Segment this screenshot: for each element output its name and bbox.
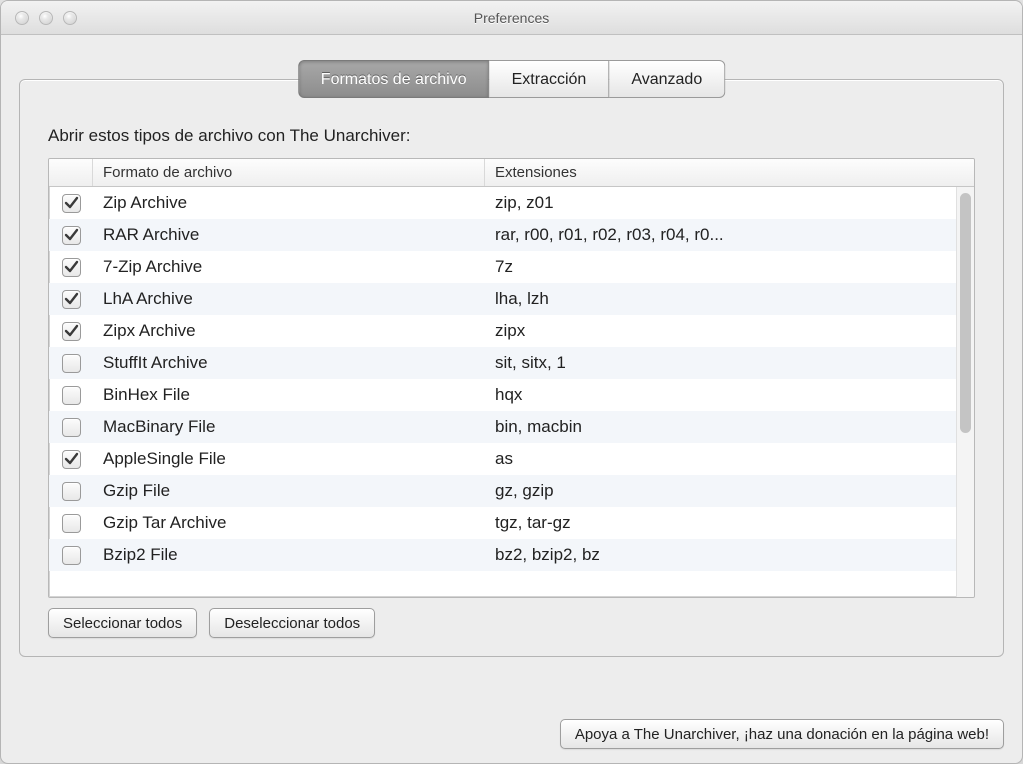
row-extensions: rar, r00, r01, r02, r03, r04, r0... <box>485 225 956 245</box>
row-extensions: bin, macbin <box>485 417 956 437</box>
table-row[interactable]: Gzip Tar Archivetgz, tar-gz <box>49 507 956 539</box>
table-row[interactable]: Gzip Filegz, gzip <box>49 475 956 507</box>
row-name: AppleSingle File <box>93 449 485 469</box>
row-checkbox-cell <box>49 194 93 213</box>
checkbox[interactable] <box>62 418 81 437</box>
row-extensions: gz, gzip <box>485 481 956 501</box>
row-extensions: sit, sitx, 1 <box>485 353 956 373</box>
row-name: LhA Archive <box>93 289 485 309</box>
checkbox[interactable] <box>62 194 81 213</box>
scrollbar[interactable] <box>956 187 974 597</box>
intro-label: Abrir estos tipos de archivo con The Una… <box>48 126 975 146</box>
row-extensions: hqx <box>485 385 956 405</box>
table-row[interactable]: LhA Archivelha, lzh <box>49 283 956 315</box>
column-header-name[interactable]: Formato de archivo <box>93 159 485 186</box>
row-extensions: lha, lzh <box>485 289 956 309</box>
preferences-window: Preferences Formatos de archivoExtracció… <box>0 0 1023 764</box>
tab-0[interactable]: Formatos de archivo <box>298 60 490 98</box>
list-actions: Seleccionar todos Deseleccionar todos <box>48 608 975 638</box>
row-name: Zip Archive <box>93 193 485 213</box>
tab-2[interactable]: Avanzado <box>609 60 725 98</box>
table-row[interactable]: MacBinary Filebin, macbin <box>49 411 956 443</box>
titlebar: Preferences <box>1 1 1022 35</box>
scrollbar-thumb[interactable] <box>960 193 971 433</box>
deselect-all-button[interactable]: Deseleccionar todos <box>209 608 375 638</box>
column-header-ext[interactable]: Extensiones <box>485 159 974 186</box>
row-checkbox-cell <box>49 482 93 501</box>
row-checkbox-cell <box>49 290 93 309</box>
row-checkbox-cell <box>49 354 93 373</box>
checkbox[interactable] <box>62 514 81 533</box>
row-extensions: zipx <box>485 321 956 341</box>
checkbox[interactable] <box>62 482 81 501</box>
row-extensions: tgz, tar-gz <box>485 513 956 533</box>
row-checkbox-cell <box>49 386 93 405</box>
row-extensions: bz2, bzip2, bz <box>485 545 956 565</box>
table-row[interactable]: RAR Archiverar, r00, r01, r02, r03, r04,… <box>49 219 956 251</box>
checkbox[interactable] <box>62 546 81 565</box>
row-extensions: zip, z01 <box>485 193 956 213</box>
row-checkbox-cell <box>49 450 93 469</box>
row-name: Zipx Archive <box>93 321 485 341</box>
checkbox[interactable] <box>62 290 81 309</box>
checkbox[interactable] <box>62 354 81 373</box>
table-row[interactable]: StuffIt Archivesit, sitx, 1 <box>49 347 956 379</box>
row-name: StuffIt Archive <box>93 353 485 373</box>
checkbox[interactable] <box>62 226 81 245</box>
column-header-check[interactable] <box>49 159 93 186</box>
checkbox[interactable] <box>62 322 81 341</box>
row-name: BinHex File <box>93 385 485 405</box>
checkbox[interactable] <box>62 258 81 277</box>
donate-button[interactable]: Apoya a The Unarchiver, ¡haz una donació… <box>560 719 1004 749</box>
table-row[interactable]: Bzip2 Filebz2, bzip2, bz <box>49 539 956 571</box>
tab-1[interactable]: Extracción <box>490 60 610 98</box>
row-extensions: as <box>485 449 956 469</box>
preferences-panel: Formatos de archivoExtracciónAvanzado Ab… <box>19 79 1004 657</box>
select-all-button[interactable]: Seleccionar todos <box>48 608 197 638</box>
row-checkbox-cell <box>49 546 93 565</box>
table-row[interactable]: 7-Zip Archive7z <box>49 251 956 283</box>
row-name: Bzip2 File <box>93 545 485 565</box>
row-checkbox-cell <box>49 226 93 245</box>
row-checkbox-cell <box>49 514 93 533</box>
window-title: Preferences <box>1 10 1022 26</box>
row-checkbox-cell <box>49 322 93 341</box>
row-name: Gzip Tar Archive <box>93 513 485 533</box>
table-row[interactable]: AppleSingle Fileas <box>49 443 956 475</box>
table-row[interactable]: Zip Archivezip, z01 <box>49 187 956 219</box>
row-name: RAR Archive <box>93 225 485 245</box>
row-name: 7-Zip Archive <box>93 257 485 277</box>
row-name: MacBinary File <box>93 417 485 437</box>
checkbox[interactable] <box>62 386 81 405</box>
column-headers: Formato de archivo Extensiones <box>49 159 974 187</box>
table-row[interactable]: BinHex Filehqx <box>49 379 956 411</box>
table-row[interactable]: Zipx Archivezipx <box>49 315 956 347</box>
checkbox[interactable] <box>62 450 81 469</box>
row-checkbox-cell <box>49 418 93 437</box>
tabbar: Formatos de archivoExtracciónAvanzado <box>298 60 725 98</box>
row-name: Gzip File <box>93 481 485 501</box>
row-extensions: 7z <box>485 257 956 277</box>
rows-container: Zip Archivezip, z01RAR Archiverar, r00, … <box>49 187 956 597</box>
row-checkbox-cell <box>49 258 93 277</box>
format-list: Formato de archivo Extensiones Zip Archi… <box>48 158 975 598</box>
